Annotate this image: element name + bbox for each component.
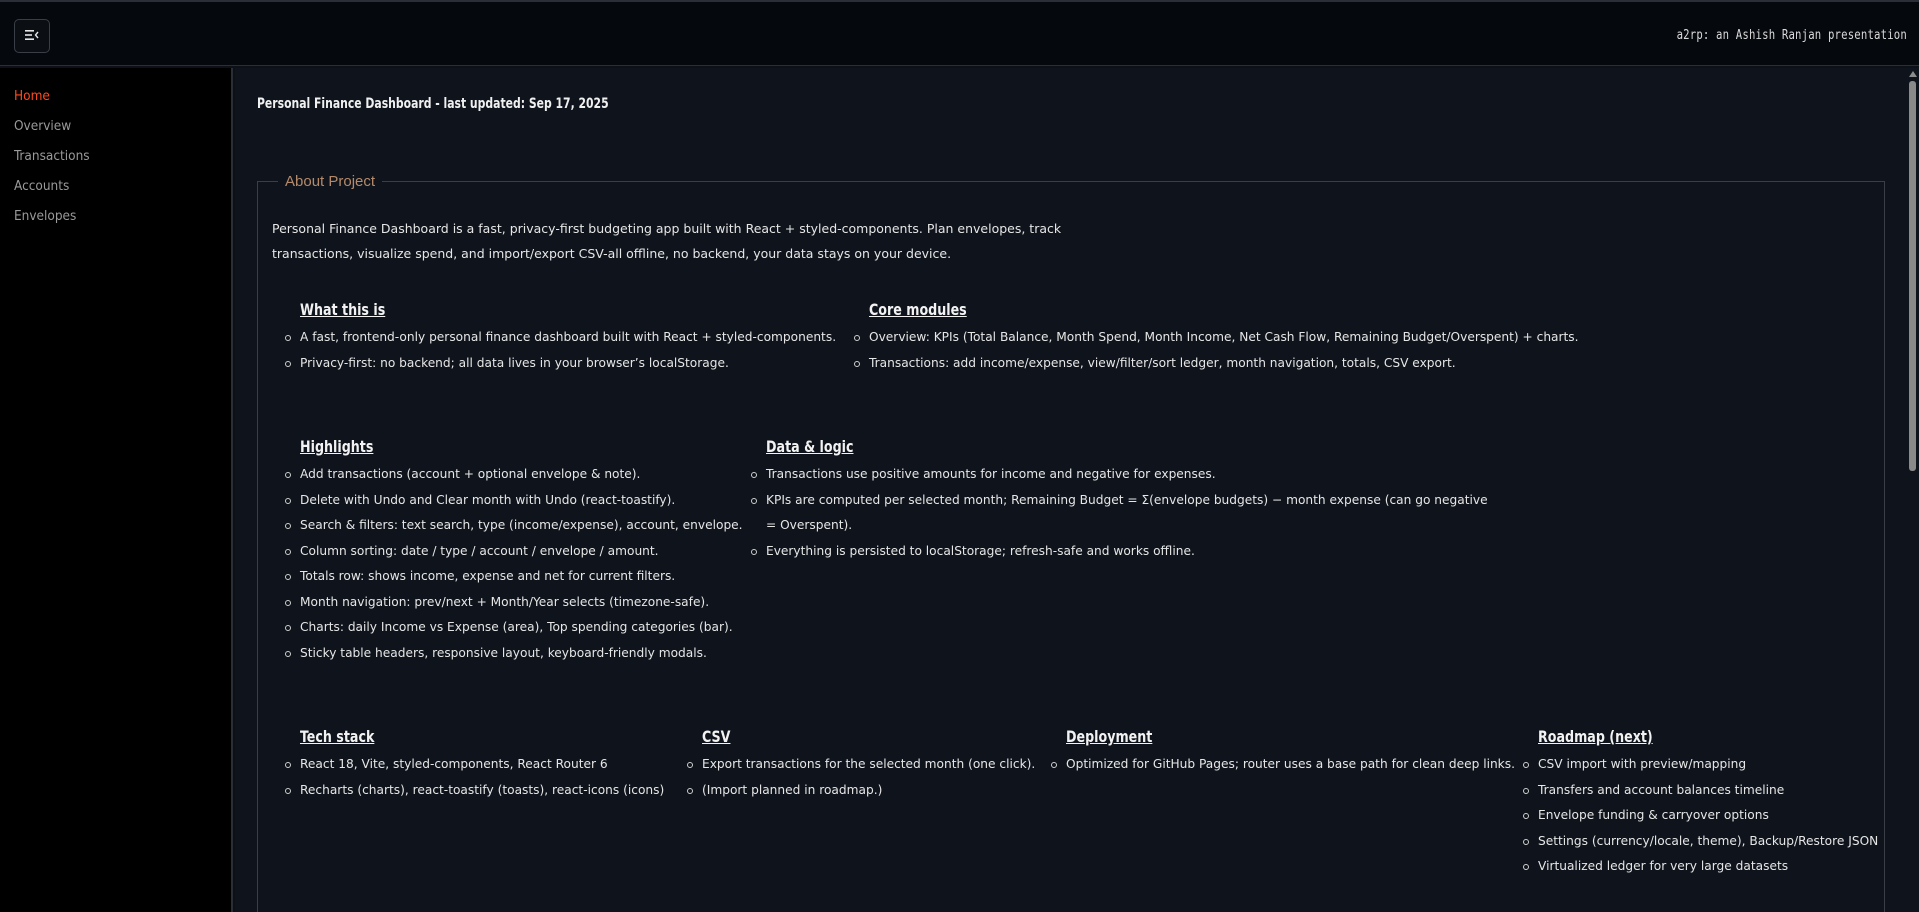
list-item: Optimized for GitHub Pages; router uses …	[1051, 752, 1515, 778]
section-title: What this is	[300, 300, 386, 319]
section-highlights: Highlights Add transactions (account + o…	[285, 437, 743, 667]
list-item: Recharts (charts), react-toastify (toast…	[284, 778, 664, 804]
top-bar: a2rp: an Ashish Ranjan presentation	[0, 0, 1919, 66]
section-title: CSV	[702, 727, 731, 746]
section-deployment: Deployment Optimized for GitHub Pages; r…	[1051, 727, 1515, 778]
list-item: Transactions use positive amounts for in…	[751, 462, 1496, 488]
section-title: Roadmap (next)	[1538, 727, 1653, 746]
section-data-logic: Data & logic Transactions use positive a…	[751, 437, 1496, 565]
sidebar-item-transactions[interactable]: Transactions	[0, 141, 231, 171]
scroll-up-arrow-icon[interactable]	[1909, 71, 1917, 77]
list-item: Envelope funding & carryover options	[1522, 803, 1878, 829]
about-intro-text: Personal Finance Dashboard is a fast, pr…	[272, 221, 1062, 261]
list-item: Totals row: shows income, expense and ne…	[285, 564, 743, 590]
section-title: Core modules	[869, 300, 967, 319]
list-item: Transfers and account balances timeline	[1522, 778, 1878, 804]
list-item: CSV import with preview/mapping	[1522, 752, 1878, 778]
sidebar-item-envelopes[interactable]: Envelopes	[0, 201, 231, 231]
list-item: Export transactions for the selected mon…	[686, 752, 1035, 778]
list-item: Month navigation: prev/next + Month/Year…	[285, 590, 743, 616]
page-title: Personal Finance Dashboard - last update…	[257, 96, 609, 112]
list-item: Everything is persisted to localStorage;…	[751, 539, 1496, 565]
list-item: Privacy-first: no backend; all data live…	[284, 351, 836, 377]
list-item: A fast, frontend-only personal finance d…	[284, 325, 836, 351]
section-core-modules: Core modules Overview: KPIs (Total Balan…	[854, 300, 1579, 377]
about-project-legend: About Project	[278, 173, 383, 190]
section-tech-stack: Tech stack React 18, Vite, styled-compon…	[284, 727, 664, 804]
list-item: Overview: KPIs (Total Balance, Month Spe…	[854, 325, 1579, 351]
sidebar-item-accounts[interactable]: Accounts	[0, 171, 231, 201]
main-scrollbar[interactable]	[1906, 68, 1919, 912]
section-title: Tech stack	[300, 727, 375, 746]
section-csv: CSV Export transactions for the selected…	[686, 727, 1035, 804]
brand-text: a2rp: an Ashish Ranjan presentation	[1676, 28, 1907, 43]
scroll-thumb[interactable]	[1909, 81, 1916, 471]
list-item: Column sorting: date / type / account / …	[285, 539, 743, 565]
list-item: Sticky table headers, responsive layout,…	[285, 641, 743, 667]
list-item: Add transactions (account + optional env…	[285, 462, 743, 488]
list-item: (Import planned in roadmap.)	[686, 778, 1035, 804]
section-what-this-is: What this is A fast, frontend-only perso…	[284, 300, 836, 377]
sidebar-item-home[interactable]: Home	[0, 81, 231, 111]
sidebar: Home Overview Transactions Accounts Enve…	[0, 68, 233, 912]
list-item: Settings (currency/locale, theme), Backu…	[1522, 829, 1878, 855]
section-title: Highlights	[300, 437, 374, 456]
list-item: Transactions: add income/expense, view/f…	[854, 351, 1579, 377]
list-item: React 18, Vite, styled-components, React…	[284, 752, 664, 778]
list-item: Virtualized ledger for very large datase…	[1522, 854, 1878, 880]
list-item: KPIs are computed per selected month; Re…	[751, 488, 1496, 539]
list-item: Search & filters: text search, type (inc…	[285, 513, 743, 539]
menu-toggle-button[interactable]	[14, 19, 50, 53]
list-item: Delete with Undo and Clear month with Un…	[285, 488, 743, 514]
about-project-panel: About Project Personal Finance Dashboard…	[257, 173, 1885, 912]
menu-collapse-icon	[25, 29, 39, 44]
section-title: Deployment	[1066, 727, 1153, 746]
section-roadmap: Roadmap (next) CSV import with preview/m…	[1522, 727, 1878, 880]
sidebar-item-overview[interactable]: Overview	[0, 111, 231, 141]
list-item: Charts: daily Income vs Expense (area), …	[285, 615, 743, 641]
section-title: Data & logic	[766, 437, 854, 456]
main-content: Personal Finance Dashboard - last update…	[235, 68, 1906, 912]
